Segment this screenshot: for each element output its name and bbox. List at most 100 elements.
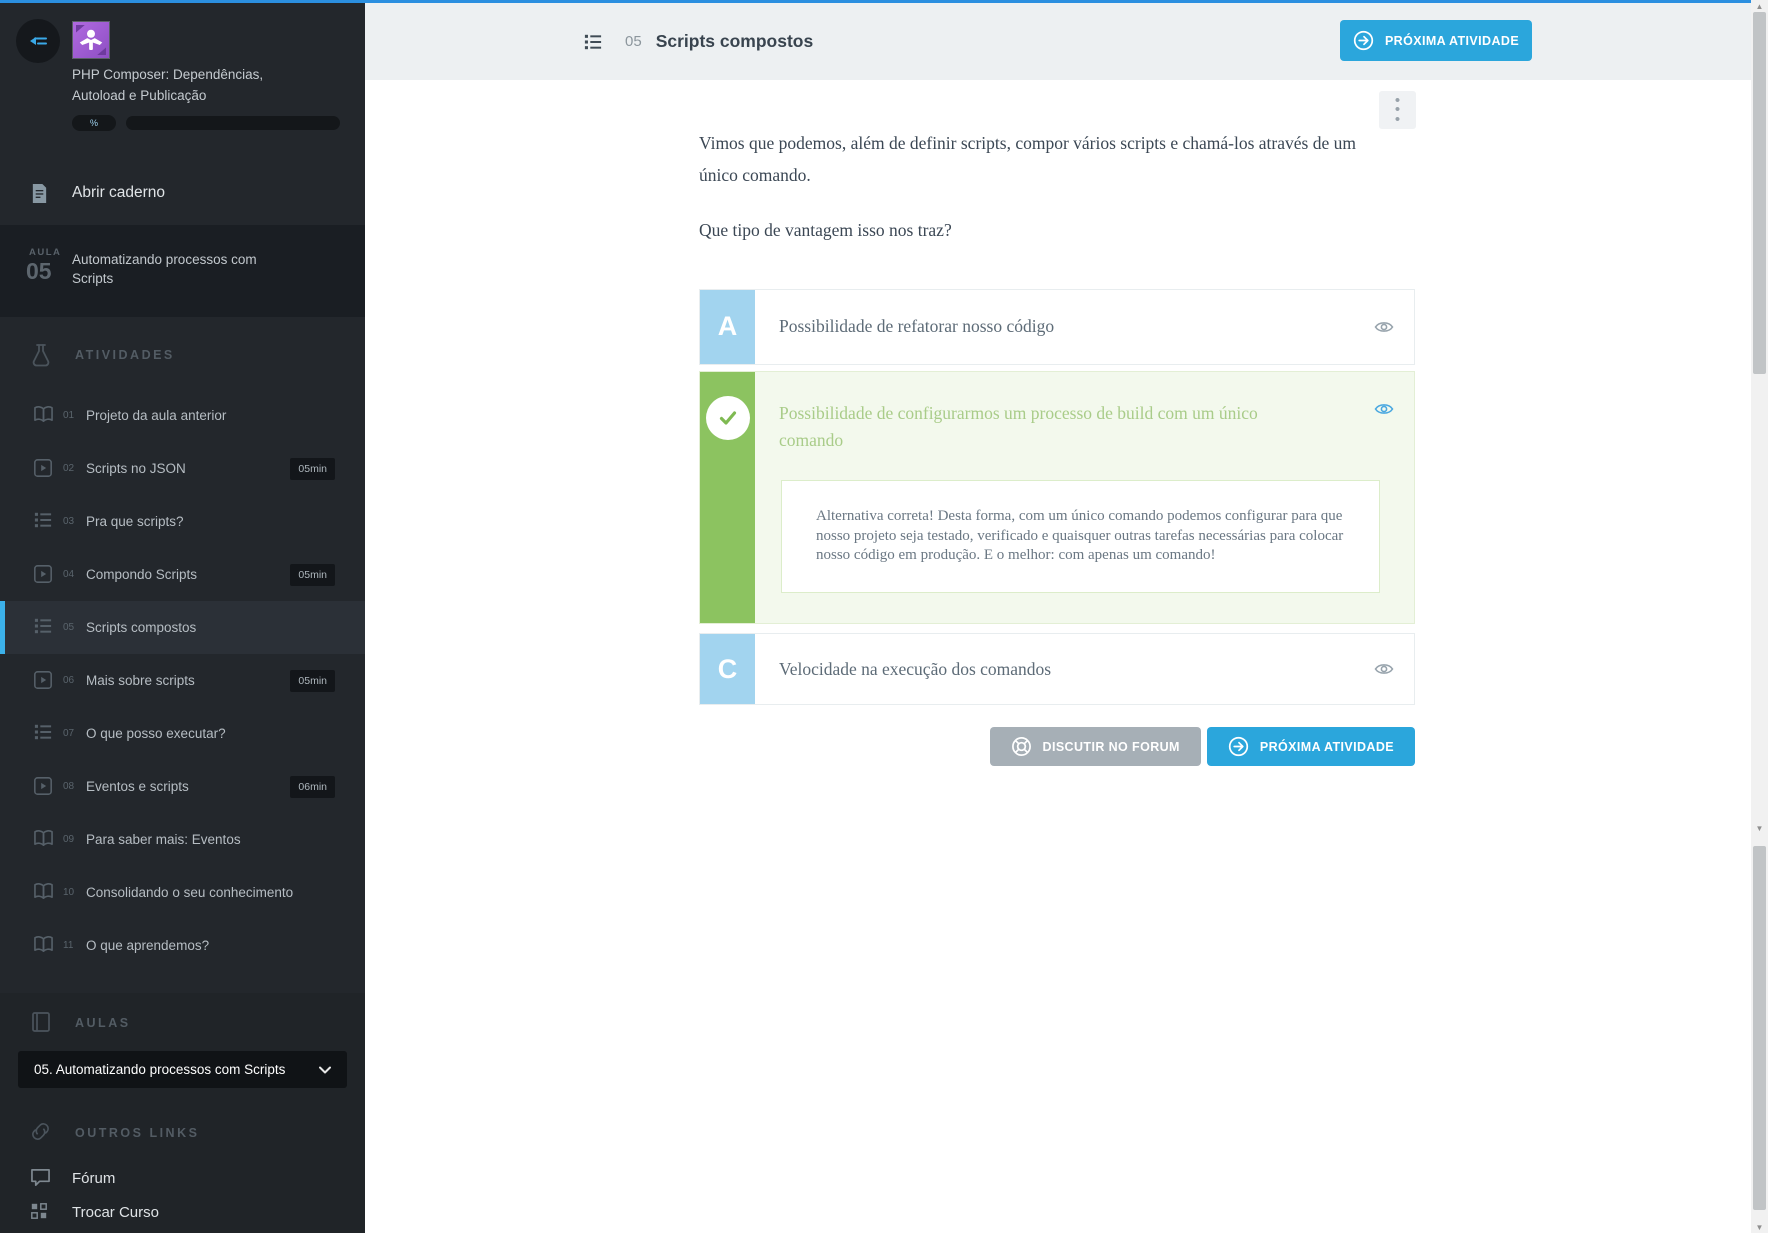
sidebar-activity-11[interactable]: 11 O que aprendemos? — [0, 919, 365, 972]
option-b-text: Possibilidade de configurarmos um proces… — [779, 400, 1324, 454]
activity-number: 06 — [63, 675, 80, 686]
sidebar-activity-02[interactable]: 02 Scripts no JSON 05min — [0, 442, 365, 495]
activity-label: Compondo Scripts — [86, 567, 197, 582]
course-progress: % — [72, 115, 340, 131]
other-links-section-header: OUTROS LINKS — [0, 1121, 365, 1151]
main-content: 05 Scripts compostos PRÓXIMA ATIVIDADE •… — [365, 3, 1751, 1233]
open-notebook-button[interactable]: Abrir caderno — [0, 171, 365, 219]
aulas-heading: AULAS — [75, 1016, 131, 1030]
activity-header: 05 Scripts compostos PRÓXIMA ATIVIDADE — [365, 3, 1751, 80]
option-c[interactable]: C Velocidade na execução dos comandos — [699, 633, 1415, 705]
question-paragraph: Que tipo de vantagem isso nos traz? — [699, 215, 1391, 247]
sidebar-activity-05-active[interactable]: 05 Scripts compostos — [0, 601, 365, 654]
sidebar-activity-04[interactable]: 04 Compondo Scripts 05min — [0, 548, 365, 601]
duration-badge: 05min — [290, 670, 335, 692]
duration-badge: 05min — [290, 564, 335, 586]
activity-number: 08 — [63, 781, 80, 792]
option-a-letter: A — [700, 290, 755, 364]
life-ring-icon — [1011, 736, 1032, 757]
activity-number: 10 — [63, 887, 80, 898]
activities-list: 01 Projeto da aula anterior 02 Scripts n… — [0, 389, 365, 972]
option-a[interactable]: A Possibilidade de refatorar nosso códig… — [699, 289, 1415, 365]
activity-label: Projeto da aula anterior — [86, 408, 226, 423]
forum-link[interactable]: Fórum — [0, 1163, 365, 1197]
sidebar-activity-06[interactable]: 06 Mais sobre scripts 05min — [0, 654, 365, 707]
next-activity-button-top[interactable]: PRÓXIMA ATIVIDADE — [1340, 20, 1532, 61]
activity-number: 11 — [63, 940, 80, 951]
page-title: Scripts compostos — [656, 31, 814, 52]
scroll-up-arrow[interactable]: ▲ — [1751, 0, 1768, 12]
bullet-list-icon — [33, 723, 54, 744]
sidebar-activity-09[interactable]: 09 Para saber mais: Eventos — [0, 813, 365, 866]
scrollbar-thumb[interactable] — [1753, 12, 1766, 374]
course-title: PHP Composer: Dependências, Autoload e P… — [72, 65, 287, 107]
eye-icon[interactable] — [1374, 662, 1394, 676]
lesson-title: Automatizando processos com Scripts — [72, 251, 292, 289]
sidebar-activity-01[interactable]: 01 Projeto da aula anterior — [0, 389, 365, 442]
open-notebook-label: Abrir caderno — [72, 184, 165, 202]
sidebar-activity-07[interactable]: 07 O que posso executar? — [0, 707, 365, 760]
video-icon — [33, 458, 54, 479]
open-book-icon — [33, 829, 54, 850]
forum-label: Fórum — [72, 1170, 115, 1187]
activity-label: Pra que scripts? — [86, 514, 184, 529]
lessons-book-icon — [30, 1011, 52, 1033]
video-icon — [33, 670, 54, 691]
activity-number: 09 — [63, 834, 80, 845]
lesson-select[interactable]: 05. Automatizando processos com Scripts — [18, 1051, 347, 1088]
activity-number: 05 — [63, 622, 80, 633]
activity-label: Consolidando o seu conhecimento — [86, 885, 293, 900]
discuss-forum-button[interactable]: DISCUTIR NO FORUM — [990, 727, 1201, 766]
next-activity-button-bottom[interactable]: PRÓXIMA ATIVIDADE — [1207, 727, 1415, 766]
aulas-section-header: AULAS — [0, 1011, 365, 1041]
answer-feedback: Alternativa correta! Desta forma, com um… — [781, 480, 1380, 593]
activity-label: Eventos e scripts — [86, 779, 189, 794]
footer-actions: DISCUTIR NO FORUM PRÓXIMA ATIVIDADE — [699, 727, 1415, 766]
option-c-text: Velocidade na execução dos comandos — [779, 659, 1051, 680]
scrollbar-thumb[interactable] — [1753, 846, 1766, 1210]
next-activity-label: PRÓXIMA ATIVIDADE — [1260, 740, 1394, 754]
activities-section-header: ATIVIDADES — [0, 343, 365, 373]
arrow-circle-right-icon — [1353, 30, 1374, 51]
collapse-sidebar-button[interactable] — [16, 19, 60, 63]
activity-label: Scripts compostos — [86, 620, 196, 635]
activity-type-list-icon — [583, 33, 603, 51]
option-a-text: Possibilidade de refatorar nosso código — [779, 316, 1054, 337]
open-book-icon — [33, 882, 54, 903]
sidebar-activity-03[interactable]: 03 Pra que scripts? — [0, 495, 365, 548]
progress-percent-pill: % — [72, 115, 116, 131]
option-b-correct[interactable]: Possibilidade de configurarmos um proces… — [699, 371, 1415, 625]
course-logo[interactable] — [72, 21, 110, 59]
question-paragraph: Vimos que podemos, além de definir scrip… — [699, 128, 1391, 191]
page-scrollbar: ▲ ▼ ▼ — [1751, 0, 1768, 1233]
notebook-icon — [30, 183, 49, 204]
sidebar-activity-08[interactable]: 08 Eventos e scripts 06min — [0, 760, 365, 813]
scroll-down-arrow[interactable]: ▼ — [1751, 1221, 1768, 1233]
sidebar-activity-10[interactable]: 10 Consolidando o seu conhecimento — [0, 866, 365, 919]
bullet-list-icon — [33, 617, 54, 638]
lesson-number: 05 — [26, 258, 52, 285]
chain-link-icon — [30, 1121, 51, 1142]
lesson-select-value: 05. Automatizando processos com Scripts — [34, 1062, 285, 1077]
activity-label: Para saber mais: Eventos — [86, 832, 241, 847]
forum-bubble-icon — [30, 1168, 51, 1187]
eye-icon[interactable] — [1374, 320, 1394, 334]
activity-number: 07 — [63, 728, 80, 739]
option-c-letter: C — [700, 634, 755, 704]
activity-number: 01 — [63, 410, 80, 421]
activity-number: 03 — [63, 516, 80, 527]
switch-course-link[interactable]: Trocar Curso — [0, 1197, 365, 1231]
video-icon — [33, 776, 54, 797]
open-book-icon — [33, 405, 54, 426]
bullet-list-icon — [33, 511, 54, 532]
activity-label: Scripts no JSON — [86, 461, 186, 476]
scroll-down-arrow[interactable]: ▼ — [1751, 822, 1768, 834]
collapse-sidebar-icon — [28, 33, 48, 49]
top-accent-bar — [0, 0, 1768, 3]
open-book-icon — [33, 935, 54, 956]
video-icon — [33, 564, 54, 585]
arrow-circle-right-icon — [1228, 736, 1249, 757]
eye-icon[interactable] — [1374, 402, 1394, 416]
activity-number: 02 — [63, 463, 80, 474]
duration-badge: 05min — [290, 458, 335, 480]
